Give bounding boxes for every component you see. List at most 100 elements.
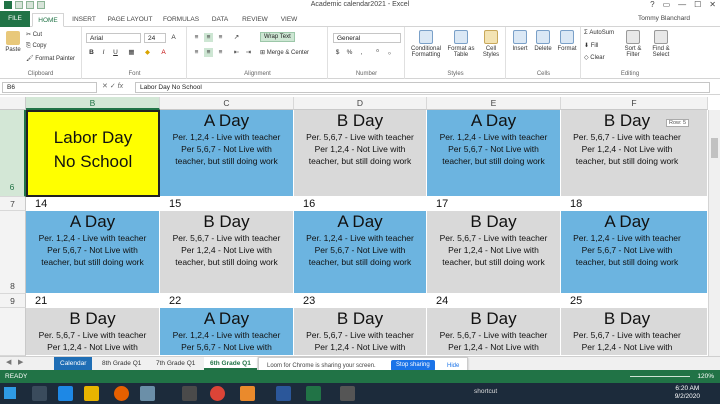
outdent-icon[interactable]: ⇥ (244, 48, 253, 57)
sort-filter-button[interactable]: Sort & Filter (620, 30, 646, 58)
user-name[interactable]: Tommy Blanchard (638, 15, 690, 22)
font-color-icon[interactable]: A (159, 48, 168, 57)
grow-font-icon[interactable]: A (169, 33, 178, 42)
wrap-text-button[interactable]: Wrap Text (260, 32, 295, 42)
font-name-box[interactable]: Arial (86, 33, 141, 43)
day-number[interactable]: 21 (26, 294, 160, 308)
bold-button[interactable]: B (87, 48, 96, 57)
cell-d6[interactable]: B Day Per. 5,6,7 - Live with teacher Per… (294, 110, 427, 197)
cell-e8[interactable]: B Day Per. 5,6,7 - Live with teacher Per… (427, 211, 561, 294)
delete-cells-button[interactable]: Delete (532, 30, 554, 52)
row-header-8[interactable]: 8 (0, 211, 26, 294)
find-select-button[interactable]: Find & Select (648, 30, 674, 58)
format-painter-button[interactable]: 🖌 Format Painter (26, 55, 75, 62)
align-bottom-icon[interactable]: ≡ (216, 33, 225, 42)
font-size-box[interactable]: 24 (144, 33, 166, 43)
row-header-6[interactable]: 6 (0, 110, 26, 197)
merge-center-button[interactable]: ⊞ Merge & Center (260, 49, 309, 56)
scroll-thumb[interactable] (711, 138, 718, 158)
cell-styles-button[interactable]: Cell Styles (478, 30, 504, 58)
app-icon[interactable] (140, 386, 155, 401)
currency-button[interactable]: $ (333, 48, 342, 57)
column-header-e[interactable]: E (427, 97, 561, 110)
day-number[interactable]: 14 (26, 197, 160, 211)
underline-button[interactable]: U (111, 48, 120, 57)
number-format-box[interactable]: General (333, 33, 401, 43)
row-header-7[interactable]: 7 (0, 197, 26, 211)
tab-formulas[interactable]: FORMULAS (160, 13, 202, 27)
fill-color-icon[interactable]: ◆ (143, 48, 152, 57)
windows-start-icon[interactable] (4, 387, 16, 399)
autosum-button[interactable]: Σ AutoSum (584, 30, 614, 36)
sheet-nav-left-icon[interactable]: ◀ (6, 358, 11, 366)
decrease-decimal-icon[interactable]: ₀ (385, 48, 394, 57)
app-icon[interactable] (240, 386, 255, 401)
increase-decimal-icon[interactable]: ⁰ (373, 48, 382, 57)
fx-icon[interactable]: fx (118, 83, 123, 90)
system-clock[interactable]: 6:20 AM 9/2/2020 (675, 385, 700, 401)
day-number[interactable]: 22 (160, 294, 294, 308)
day-number[interactable]: 17 (427, 197, 561, 211)
word-icon[interactable] (276, 386, 291, 401)
tab-home[interactable]: HOME (32, 13, 64, 27)
tab-insert[interactable]: INSERT (68, 13, 100, 27)
cell-d8[interactable]: A Day Per. 1,2,4 - Live with teacher Per… (294, 211, 427, 294)
day-number[interactable]: 23 (294, 294, 427, 308)
comma-icon[interactable]: , (357, 48, 366, 57)
select-all-corner[interactable] (0, 97, 26, 110)
chrome-icon[interactable] (210, 386, 225, 401)
cell-f8[interactable]: A Day Per. 1,2,4 - Live with teacher Per… (561, 211, 708, 294)
cell-d10[interactable]: B Day Per. 5,6,7 - Live with teacher Per… (294, 308, 427, 356)
minimize-button[interactable]: — (678, 0, 686, 9)
name-box[interactable]: B6 (2, 82, 97, 93)
folder-icon[interactable] (84, 386, 99, 401)
app-icon[interactable] (182, 386, 197, 401)
cell-b8[interactable]: A Day Per. 1,2,4 - Live with teacher Per… (26, 211, 160, 294)
vertical-scrollbar[interactable] (708, 110, 720, 356)
clear-button[interactable]: ◇ Clear (584, 54, 605, 61)
cut-button[interactable]: ✂ Cut (26, 31, 42, 38)
ribbon-display-button[interactable]: ▭ (663, 0, 671, 9)
cell-c6[interactable]: A Day Per. 1,2,4 - Live with teacher Per… (160, 110, 294, 197)
day-number[interactable]: 25 (561, 294, 708, 308)
app-icon[interactable] (340, 386, 355, 401)
format-cells-button[interactable]: Format (555, 30, 579, 52)
ie-icon[interactable] (58, 386, 73, 401)
align-middle-icon[interactable]: ≡ (204, 33, 213, 42)
align-right-icon[interactable]: ≡ (216, 48, 225, 57)
cell-c10[interactable]: A Day Per. 1,2,4 - Live with teacher Per… (160, 308, 294, 356)
cell-c8[interactable]: B Day Per. 5,6,7 - Live with teacher Per… (160, 211, 294, 294)
conditional-formatting-button[interactable]: Conditional Formatting (408, 30, 444, 58)
copy-button[interactable]: ⎘ Copy (26, 43, 46, 50)
cell-b6-labor-day[interactable]: Labor Day No School (26, 110, 160, 197)
column-header-b[interactable]: B (26, 97, 160, 110)
fill-button[interactable]: ⬇ Fill (584, 42, 598, 49)
orientation-icon[interactable]: ↗ (232, 33, 241, 42)
insert-cells-button[interactable]: Insert (509, 30, 531, 52)
tab-page-layout[interactable]: PAGE LAYOUT (104, 13, 156, 27)
column-header-c[interactable]: C (160, 97, 294, 110)
cancel-icon[interactable]: ✕ (102, 83, 108, 90)
column-header-d[interactable]: D (294, 97, 427, 110)
align-top-icon[interactable]: ≡ (192, 33, 201, 42)
percent-button[interactable]: % (345, 48, 354, 57)
zoom-slider[interactable] (630, 376, 690, 377)
firefox-icon[interactable] (114, 386, 129, 401)
align-left-icon[interactable]: ≡ (192, 48, 201, 57)
cell-e6[interactable]: A Day Per. 1,2,4 - Live with teacher Per… (427, 110, 561, 197)
maximize-button[interactable]: ☐ (694, 0, 701, 9)
sheet-tab-7th-grade[interactable]: 7th Grade Q1 (150, 357, 201, 370)
close-button[interactable]: ✕ (709, 0, 716, 9)
day-number[interactable]: 18 (561, 197, 708, 211)
tab-file[interactable]: FILE (0, 11, 30, 27)
enter-icon[interactable]: ✓ (110, 83, 116, 90)
cell-e10[interactable]: B Day Per. 5,6,7 - Live with teacher Per… (427, 308, 561, 356)
day-number[interactable]: 16 (294, 197, 427, 211)
sheet-tab-6th-grade[interactable]: 6th Grade Q1 (204, 357, 257, 370)
row-header-10[interactable]: 10 (0, 308, 26, 378)
row-header-9[interactable]: 9 (0, 294, 26, 308)
tab-data[interactable]: DATA (206, 13, 234, 27)
italic-button[interactable]: I (99, 48, 108, 57)
day-number[interactable]: 15 (160, 197, 294, 211)
task-view-icon[interactable] (32, 386, 47, 401)
